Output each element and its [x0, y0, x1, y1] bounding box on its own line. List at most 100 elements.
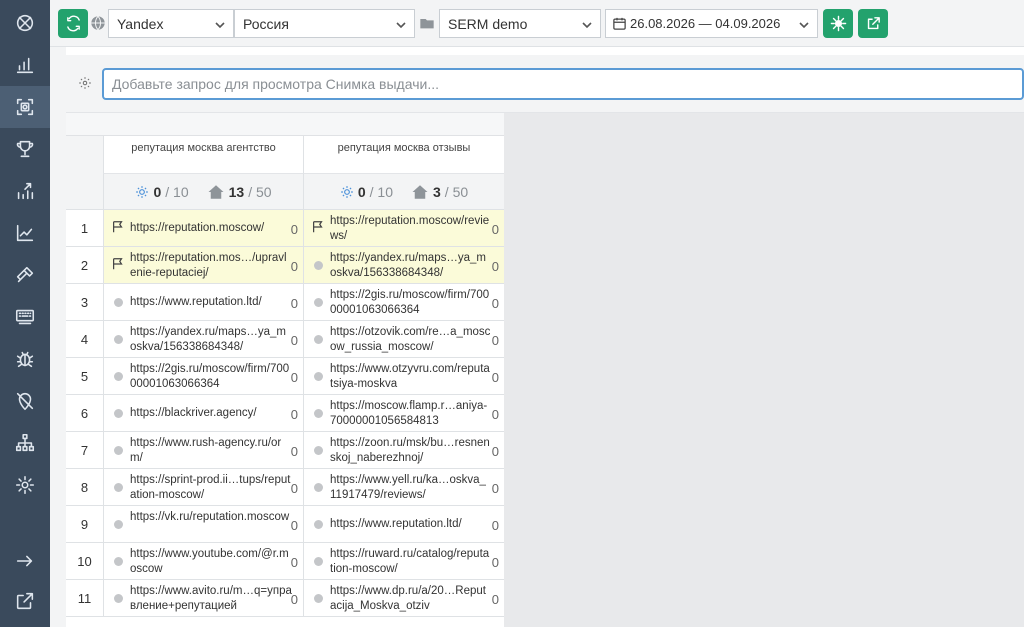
result-score: 0 [491, 481, 499, 496]
result-cell[interactable]: https://www.reputation.ltd/0 [103, 284, 303, 320]
result-cell[interactable]: https://ruward.ru/catalog/reputation-mos… [303, 543, 504, 579]
project-select[interactable]: SERM demo [439, 9, 601, 38]
result-cell[interactable]: https://reputation.mos…/upravlenie-reput… [103, 247, 303, 283]
result-url[interactable]: https://www.otzyvru.com/reputatsiya-mosk… [330, 362, 492, 392]
result-cell[interactable]: https://2gis.ru/moscow/firm/700000010630… [103, 358, 303, 394]
result-url[interactable]: https://yandex.ru/maps…ya_moskva/1563386… [330, 251, 492, 281]
result-cell[interactable]: https://otzovik.com/re…a_moscow_russia_m… [303, 321, 504, 357]
result-score: 0 [290, 333, 298, 348]
search-engine-select[interactable]: Yandex [108, 9, 234, 38]
external-link-icon[interactable] [0, 580, 50, 622]
status-dot [314, 409, 323, 418]
result-cell[interactable]: https://www.avito.ru/m…q=управление+репу… [103, 580, 303, 616]
result-url[interactable]: https://2gis.ru/moscow/firm/700000010630… [330, 288, 492, 318]
date-range-select[interactable]: 26.08.2026 — 04.09.2026 [605, 9, 818, 38]
location-off-icon[interactable] [0, 380, 50, 422]
chart-up-icon[interactable] [0, 170, 50, 212]
result-url[interactable]: https://sprint-prod.ii…tups/reputation-m… [130, 473, 292, 503]
row-position: 2 [66, 247, 103, 283]
result-url[interactable]: https://vk.ru/reputation.moscow [130, 510, 292, 525]
result-url[interactable]: https://reputation.moscow/ [130, 221, 292, 236]
result-url[interactable]: https://www.dp.ru/a/20…Reputacija_Moskva… [330, 584, 492, 614]
result-cell[interactable]: https://reputation.moscow/reviews/0 [303, 210, 504, 246]
table-row: 8 https://sprint-prod.ii…tups/reputation-… [66, 469, 504, 506]
result-url[interactable]: https://www.reputation.ltd/ [130, 295, 292, 310]
result-url[interactable]: https://2gis.ru/moscow/firm/700000010630… [130, 362, 292, 392]
result-url[interactable]: https://reputation.moscow/reviews/ [330, 214, 492, 244]
result-url[interactable]: https://www.youtube.com/@r.moscow [130, 547, 292, 577]
home-total: / 50 [444, 183, 469, 200]
table-row: 4 https://yandex.ru/maps…ya_moskva/156338… [66, 321, 504, 358]
result-cell[interactable]: https://www.yell.ru/ka…oskva_11917479/re… [303, 469, 504, 505]
result-cell[interactable]: https://yandex.ru/maps…ya_moskva/1563386… [303, 247, 504, 283]
result-url[interactable]: https://otzovik.com/re…a_moscow_russia_m… [330, 325, 492, 355]
date-range-value: 26.08.2026 — 04.09.2026 [630, 16, 781, 31]
status-dot [314, 298, 323, 307]
result-cell[interactable]: https://www.youtube.com/@r.moscow 0 [103, 543, 303, 579]
status-dot [314, 557, 323, 566]
result-cell[interactable]: https://moscow.flamp.r…aniya-70000001056… [303, 395, 504, 431]
arrow-right-icon[interactable] [0, 540, 50, 582]
result-url[interactable]: https://ruward.ru/catalog/reputation-mos… [330, 547, 492, 577]
settings-button[interactable] [823, 9, 853, 38]
toolbar: Yandex Россия SERM demo 26.08.2026 — 04.… [50, 0, 1024, 47]
trophy-icon[interactable] [0, 128, 50, 170]
row-position: 6 [66, 395, 103, 431]
result-cell[interactable]: https://vk.ru/reputation.moscow 0 [103, 506, 303, 542]
result-url[interactable]: https://moscow.flamp.r…aniya-70000001056… [330, 399, 492, 429]
result-score: 0 [290, 518, 298, 533]
region-select[interactable]: Россия [234, 9, 415, 38]
status-dot [114, 409, 123, 418]
logo-icon[interactable] [0, 2, 50, 44]
status-dot [314, 520, 323, 529]
column-header-query-2: репутация москва отзывы [303, 136, 504, 173]
table-row: 2 https://reputation.mos…/upravlenie-repu… [66, 247, 504, 284]
export-button[interactable] [858, 9, 888, 38]
result-cell[interactable]: https://www.rush-agency.ru/orm/0 [103, 432, 303, 468]
result-cell[interactable]: https://blackriver.agency/0 [103, 395, 303, 431]
result-cell[interactable]: https://sprint-prod.ii…tups/reputation-m… [103, 469, 303, 505]
table-row: 5 https://2gis.ru/moscow/firm/70000001063… [66, 358, 504, 395]
flag-icon [111, 220, 125, 234]
result-url[interactable]: https://yandex.ru/maps…ya_moskva/1563386… [130, 325, 292, 355]
sun-icon [136, 185, 149, 198]
result-url[interactable]: https://www.rush-agency.ru/orm/ [130, 436, 292, 466]
search-engine-value: Yandex [117, 15, 164, 32]
result-url[interactable]: https://www.yell.ru/ka…oskva_11917479/re… [330, 473, 492, 503]
table-row: 11 https://www.avito.ru/m…q=управление+ре… [66, 580, 504, 617]
line-chart-icon[interactable] [0, 212, 50, 254]
folder-icon [419, 15, 435, 31]
sitemap-icon[interactable] [0, 422, 50, 464]
row-position: 9 [66, 506, 103, 542]
result-url[interactable]: https://www.avito.ru/m…q=управление+репу… [130, 584, 292, 614]
globe-icon [90, 15, 106, 31]
query-settings-icon[interactable] [78, 76, 92, 90]
camera-scan-icon[interactable] [0, 86, 50, 128]
result-url[interactable]: https://zoon.ru/msk/bu…resnenskoj_nabere… [330, 436, 492, 466]
query-input[interactable] [102, 68, 1024, 100]
table-row: 3 https://www.reputation.ltd/0 https://2gi… [66, 284, 504, 321]
status-dot [314, 335, 323, 344]
result-cell[interactable]: https://www.dp.ru/a/20…Reputacija_Moskva… [303, 580, 504, 616]
settings-icon[interactable] [0, 464, 50, 506]
status-dot [114, 483, 123, 492]
result-cell[interactable]: https://www.reputation.ltd/0 [303, 506, 504, 542]
result-cell[interactable]: https://2gis.ru/moscow/firm/700000010630… [303, 284, 504, 320]
keyboard-icon[interactable] [0, 296, 50, 338]
result-url[interactable]: https://blackriver.agency/ [130, 406, 292, 421]
result-cell[interactable]: https://reputation.moscow/0 [103, 210, 303, 246]
result-url[interactable]: https://www.reputation.ltd/ [330, 517, 492, 532]
refresh-button[interactable] [58, 9, 88, 38]
hammer-icon[interactable] [0, 254, 50, 296]
result-cell[interactable]: https://zoon.ru/msk/bu…resnenskoj_nabere… [303, 432, 504, 468]
bug-icon[interactable] [0, 338, 50, 380]
result-url[interactable]: https://reputation.mos…/upravlenie-reput… [130, 251, 292, 281]
sun-total: / 10 [369, 183, 393, 200]
chevron-down-icon [214, 18, 226, 30]
result-cell[interactable]: https://yandex.ru/maps…ya_moskva/1563386… [103, 321, 303, 357]
column-stats-2: 0 / 10 3 / 50 [303, 173, 504, 210]
refresh-icon [66, 15, 80, 32]
bar-chart-icon[interactable] [0, 44, 50, 86]
result-cell[interactable]: https://www.otzyvru.com/reputatsiya-mosk… [303, 358, 504, 394]
result-score: 0 [290, 222, 298, 237]
